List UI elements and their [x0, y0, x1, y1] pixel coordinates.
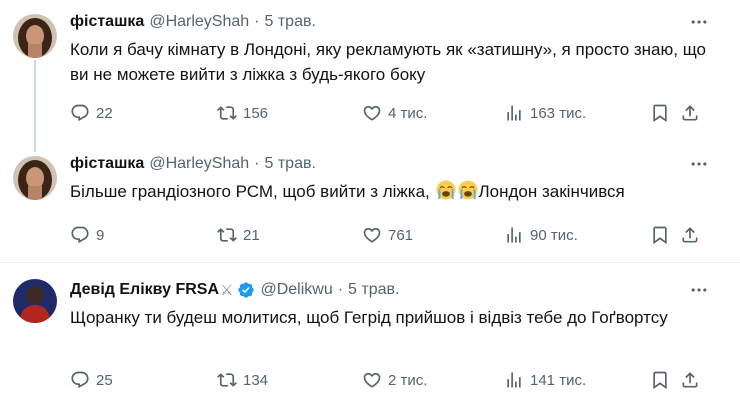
- like-count: 2 тис.: [388, 371, 428, 389]
- share-icon: [680, 370, 700, 390]
- tweet-text-part: Лондон закінчився: [478, 182, 625, 201]
- author-handle[interactable]: @HarleyShah: [149, 13, 249, 31]
- views-icon: [504, 103, 524, 123]
- share-icon: [680, 103, 700, 123]
- avatar[interactable]: [13, 156, 57, 200]
- like-button[interactable]: 2 тис.: [362, 368, 427, 392]
- author-name[interactable]: фісташка: [70, 13, 144, 31]
- reply-icon: [70, 225, 90, 245]
- heart-icon: [362, 103, 382, 123]
- reply-icon: [70, 370, 90, 390]
- share-icon: [680, 225, 700, 245]
- repost-count: 134: [243, 371, 269, 389]
- separator-dot: ·: [337, 281, 344, 298]
- views-count: 163 тис.: [530, 104, 587, 122]
- reply-button[interactable]: 22: [70, 101, 113, 125]
- repost-button[interactable]: 21: [217, 223, 260, 247]
- verified-badge-icon[interactable]: [237, 281, 255, 299]
- reply-button[interactable]: 25: [70, 368, 113, 392]
- reply-count: 22: [96, 104, 113, 122]
- action-bar: 9 21 761 90 тис.: [70, 223, 710, 247]
- bookmark-icon: [650, 225, 670, 245]
- repost-icon: [217, 225, 237, 245]
- reply-count: 25: [96, 371, 113, 389]
- timestamp[interactable]: 5 трав.: [265, 13, 316, 31]
- author-name[interactable]: Девід Елікву FRSA: [70, 281, 219, 299]
- repost-count: 21: [243, 226, 260, 244]
- views-count: 90 тис.: [530, 226, 578, 244]
- tweet-text: Щоранку ти будеш молитися, щоб Гегрід пр…: [70, 308, 668, 327]
- author-handle[interactable]: @HarleyShah: [149, 155, 249, 173]
- tweet[interactable]: фісташка @HarleyShah · 5 трав. Більше гр…: [0, 142, 740, 262]
- loudly-crying-face-icon: [458, 180, 478, 200]
- reply-count: 9: [96, 226, 105, 244]
- more-icon: [689, 12, 709, 32]
- tweet-header: Девід Елікву FRSA ⚔ @Delikwu · 5 трав.: [70, 279, 399, 301]
- heart-icon: [362, 225, 382, 245]
- timestamp[interactable]: 5 трав.: [265, 155, 316, 173]
- views-button[interactable]: 90 тис.: [504, 223, 578, 247]
- thread-line: [34, 60, 36, 152]
- views-button[interactable]: 141 тис.: [504, 368, 586, 392]
- tweet[interactable]: Девід Елікву FRSA ⚔ @Delikwu · 5 трав. Щ…: [0, 263, 740, 411]
- views-icon: [504, 225, 524, 245]
- tweet-text: Коли я бачу кімнату в Лондоні, яку рекла…: [70, 40, 706, 84]
- avatar[interactable]: [13, 14, 57, 58]
- more-icon: [689, 280, 709, 300]
- author-name[interactable]: фісташка: [70, 155, 144, 173]
- views-count: 141 тис.: [530, 371, 587, 389]
- separator-dot: ·: [254, 13, 260, 30]
- heart-icon: [362, 370, 382, 390]
- loudly-crying-face-icon: [436, 180, 456, 200]
- bookmark-button[interactable]: [650, 368, 670, 392]
- repost-button[interactable]: 156: [217, 101, 268, 125]
- bookmark-button[interactable]: [650, 223, 670, 247]
- share-button[interactable]: [680, 101, 700, 125]
- views-button[interactable]: 163 тис.: [504, 101, 586, 125]
- like-count: 761: [388, 226, 414, 244]
- share-button[interactable]: [680, 223, 700, 247]
- bookmark-button[interactable]: [650, 101, 670, 125]
- more-icon: [689, 154, 709, 174]
- tweet-header: фісташка @HarleyShah · 5 трав.: [70, 153, 316, 175]
- views-icon: [504, 370, 524, 390]
- bookmark-icon: [650, 370, 670, 390]
- like-button[interactable]: 4 тис.: [362, 101, 427, 125]
- more-options-button[interactable]: [686, 153, 712, 175]
- reply-button[interactable]: 9: [70, 223, 104, 247]
- share-button[interactable]: [680, 368, 700, 392]
- like-button[interactable]: 761: [362, 223, 413, 247]
- repost-count: 156: [243, 104, 269, 122]
- avatar[interactable]: [13, 279, 57, 323]
- more-options-button[interactable]: [686, 279, 712, 301]
- tweet-text-part: Більше грандіозного РСМ, щоб вийти з ліж…: [70, 182, 430, 201]
- repost-icon: [217, 370, 237, 390]
- repost-icon: [217, 103, 237, 123]
- reply-icon: [70, 103, 90, 123]
- more-options-button[interactable]: [686, 11, 712, 33]
- repost-button[interactable]: 134: [217, 368, 268, 392]
- tweet-header: фісташка @HarleyShah · 5 трав.: [70, 11, 316, 33]
- timestamp[interactable]: 5 трав.: [348, 281, 399, 299]
- tweet[interactable]: фісташка @HarleyShah · 5 трав. Коли я ба…: [0, 0, 740, 152]
- action-bar: 22 156 4 тис. 163 тис.: [70, 101, 710, 125]
- crossed-swords-icon: ⚔: [220, 282, 234, 299]
- author-handle[interactable]: @Delikwu: [260, 281, 332, 299]
- like-count: 4 тис.: [388, 104, 428, 122]
- action-bar: 25 134 2 тис. 141 тис.: [70, 368, 710, 392]
- separator-dot: ·: [254, 155, 260, 172]
- bookmark-icon: [650, 103, 670, 123]
- tweet-text: Більше грандіозного РСМ, щоб вийти з ліж…: [70, 179, 710, 204]
